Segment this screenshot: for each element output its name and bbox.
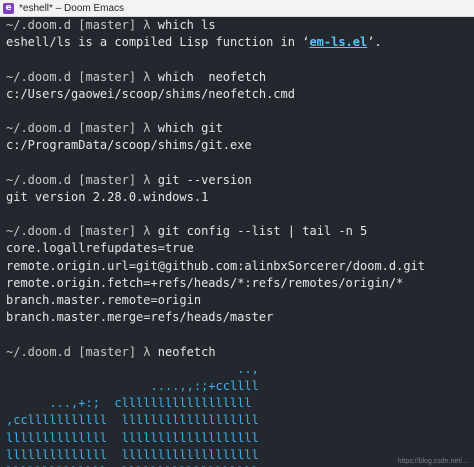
window-title: *eshell* – Doom Emacs (19, 2, 125, 14)
git-branch: [master] (78, 224, 137, 239)
prompt-directory: ~/.doom.d (6, 344, 72, 359)
prompt-directory: ~/.doom.d (6, 121, 72, 136)
prompt-lambda: λ (143, 344, 151, 359)
command-text: which ls (157, 18, 216, 32)
neofetch-logo-line: ....,,:;+ccllll (6, 378, 259, 393)
output-line: eshell/ls is a compiled Lisp function in… (6, 34, 474, 51)
command-text: git --version (157, 172, 252, 187)
title-bar: e *eshell* – Doom Emacs (0, 0, 474, 17)
prompt-line: ~/.doom.d [master] λ which git (6, 120, 474, 137)
output-line: git version 2.28.0.windows.1 (6, 189, 209, 204)
neofetch-logo-line: .., (6, 361, 259, 376)
git-branch: [master] (78, 121, 137, 136)
source-file-link[interactable]: em-ls.el (309, 35, 367, 49)
prompt-line: ~/.doom.d [master] λ neofetch (6, 344, 474, 361)
command-text: which neofetch (157, 69, 267, 84)
git-branch: [master] (78, 172, 137, 187)
prompt-directory: ~/.doom.d (6, 69, 72, 84)
prompt-lambda: λ (143, 172, 151, 187)
output-line: branch.master.merge=refs/heads/master (6, 310, 274, 325)
prompt-line: ~/.doom.d [master] λ which ls (6, 17, 474, 34)
eshell-buffer[interactable]: ~/.doom.d [master] λ which ls eshell/ls i… (0, 17, 474, 467)
neofetch-logo-line: ...,+:; cllllllllllllllllll (6, 396, 252, 411)
prompt-line: ~/.doom.d [master] λ git config --list |… (6, 223, 474, 240)
git-branch: [master] (78, 344, 137, 359)
output-line: remote.origin.fetch=+refs/heads/*:refs/r… (6, 275, 404, 290)
prompt-directory: ~/.doom.d (6, 224, 72, 239)
output-line: c:/ProgramData/scoop/shims/git.exe (6, 138, 252, 153)
command-text: neofetch (157, 344, 216, 359)
prompt-directory: ~/.doom.d (6, 172, 72, 187)
prompt-lambda: λ (143, 18, 151, 32)
prompt-lambda: λ (143, 69, 151, 84)
git-branch: [master] (78, 18, 137, 32)
prompt-directory: ~/.doom.d (6, 18, 72, 32)
output-line: branch.master.remote=origin (6, 293, 202, 307)
output-line: remote.origin.url=git@github.com:alinbxS… (6, 258, 426, 273)
prompt-line: ~/.doom.d [master] λ which neofetch (6, 69, 474, 86)
output-text: eshell/ls is a compiled Lisp function in… (6, 35, 310, 50)
watermark: https://blog.csdn.net/... (397, 458, 468, 465)
prompt-line: ~/.doom.d [master] λ git --version (6, 172, 474, 189)
neofetch-logo-line: llllllllllllll lllllllllllllllllll (6, 430, 259, 445)
output-text: ’. (367, 35, 382, 50)
git-branch: [master] (78, 69, 137, 84)
prompt-lambda: λ (143, 224, 151, 239)
neofetch-logo-line: ,cclllllllllll lllllllllllllllllll (6, 413, 259, 428)
output-line: c:/Users/gaowei/scoop/shims/neofetch.cmd (6, 86, 295, 101)
prompt-lambda: λ (143, 121, 151, 136)
emacs-icon: e (3, 2, 14, 14)
command-text: git config --list | tail -n 5 (157, 224, 368, 239)
command-text: which git (157, 121, 223, 136)
emacs-window: e *eshell* – Doom Emacs ~/.doom.d [maste… (0, 0, 474, 467)
output-line: core.logallrefupdates=true (6, 241, 194, 256)
